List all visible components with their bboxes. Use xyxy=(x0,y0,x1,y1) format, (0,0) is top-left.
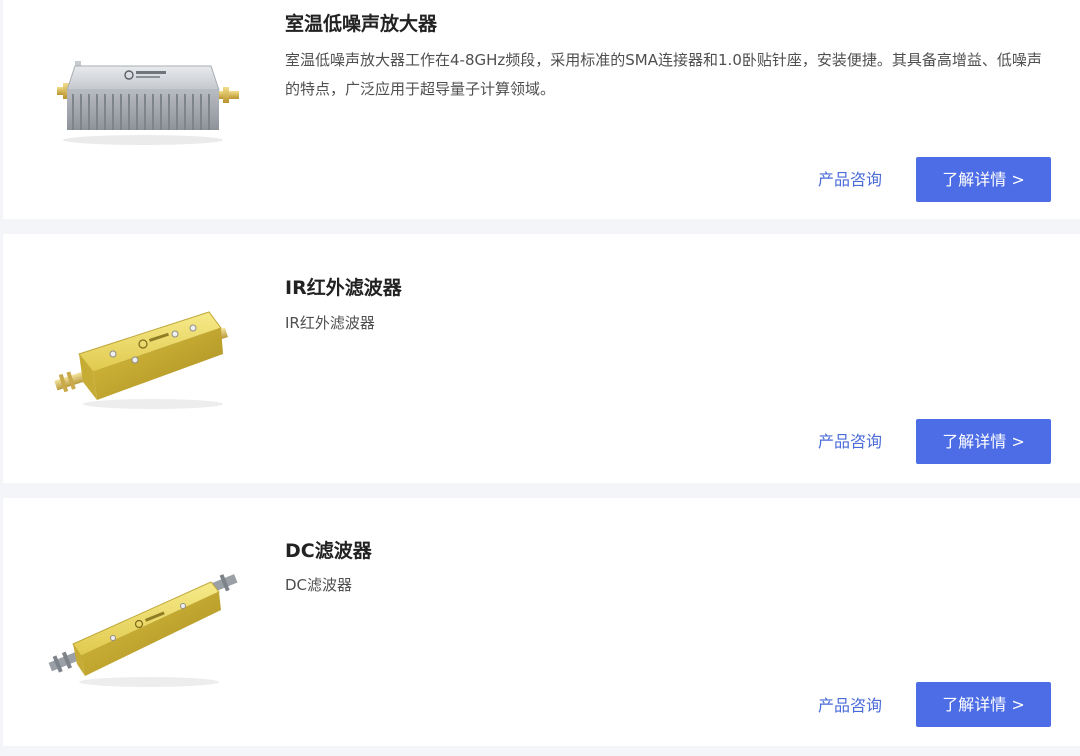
product-card: DC滤波器 DC滤波器 产品咨询 了解详情 > xyxy=(3,498,1080,746)
product-description: IR红外滤波器 xyxy=(285,314,375,332)
consult-link[interactable]: 产品咨询 xyxy=(818,169,882,191)
learn-more-button[interactable]: 了解详情 > xyxy=(916,157,1051,202)
amplifier-image xyxy=(43,36,253,186)
ir-filter-image xyxy=(43,282,253,432)
learn-more-button[interactable]: 了解详情 > xyxy=(916,682,1051,727)
dc-filter-image xyxy=(43,548,253,698)
product-title: IR红外滤波器 xyxy=(285,277,402,299)
product-title: 室温低噪声放大器 xyxy=(285,13,438,35)
product-description: DC滤波器 xyxy=(285,576,353,594)
product-card: IR红外滤波器 IR红外滤波器 产品咨询 了解详情 > xyxy=(3,234,1080,483)
product-title: DC滤波器 xyxy=(285,540,372,562)
product-list: 室温低噪声放大器 室温低噪声放大器工作在4-8GHz频段，采用标准的SMA连接器… xyxy=(0,0,1080,756)
product-description: 室温低噪声放大器工作在4-8GHz频段，采用标准的SMA连接器和1.0卧贴针座，… xyxy=(285,51,1042,98)
consult-link[interactable]: 产品咨询 xyxy=(818,695,882,717)
product-card: 室温低噪声放大器 室温低噪声放大器工作在4-8GHz频段，采用标准的SMA连接器… xyxy=(3,0,1080,219)
learn-more-button[interactable]: 了解详情 > xyxy=(916,419,1051,464)
consult-link[interactable]: 产品咨询 xyxy=(818,431,882,453)
